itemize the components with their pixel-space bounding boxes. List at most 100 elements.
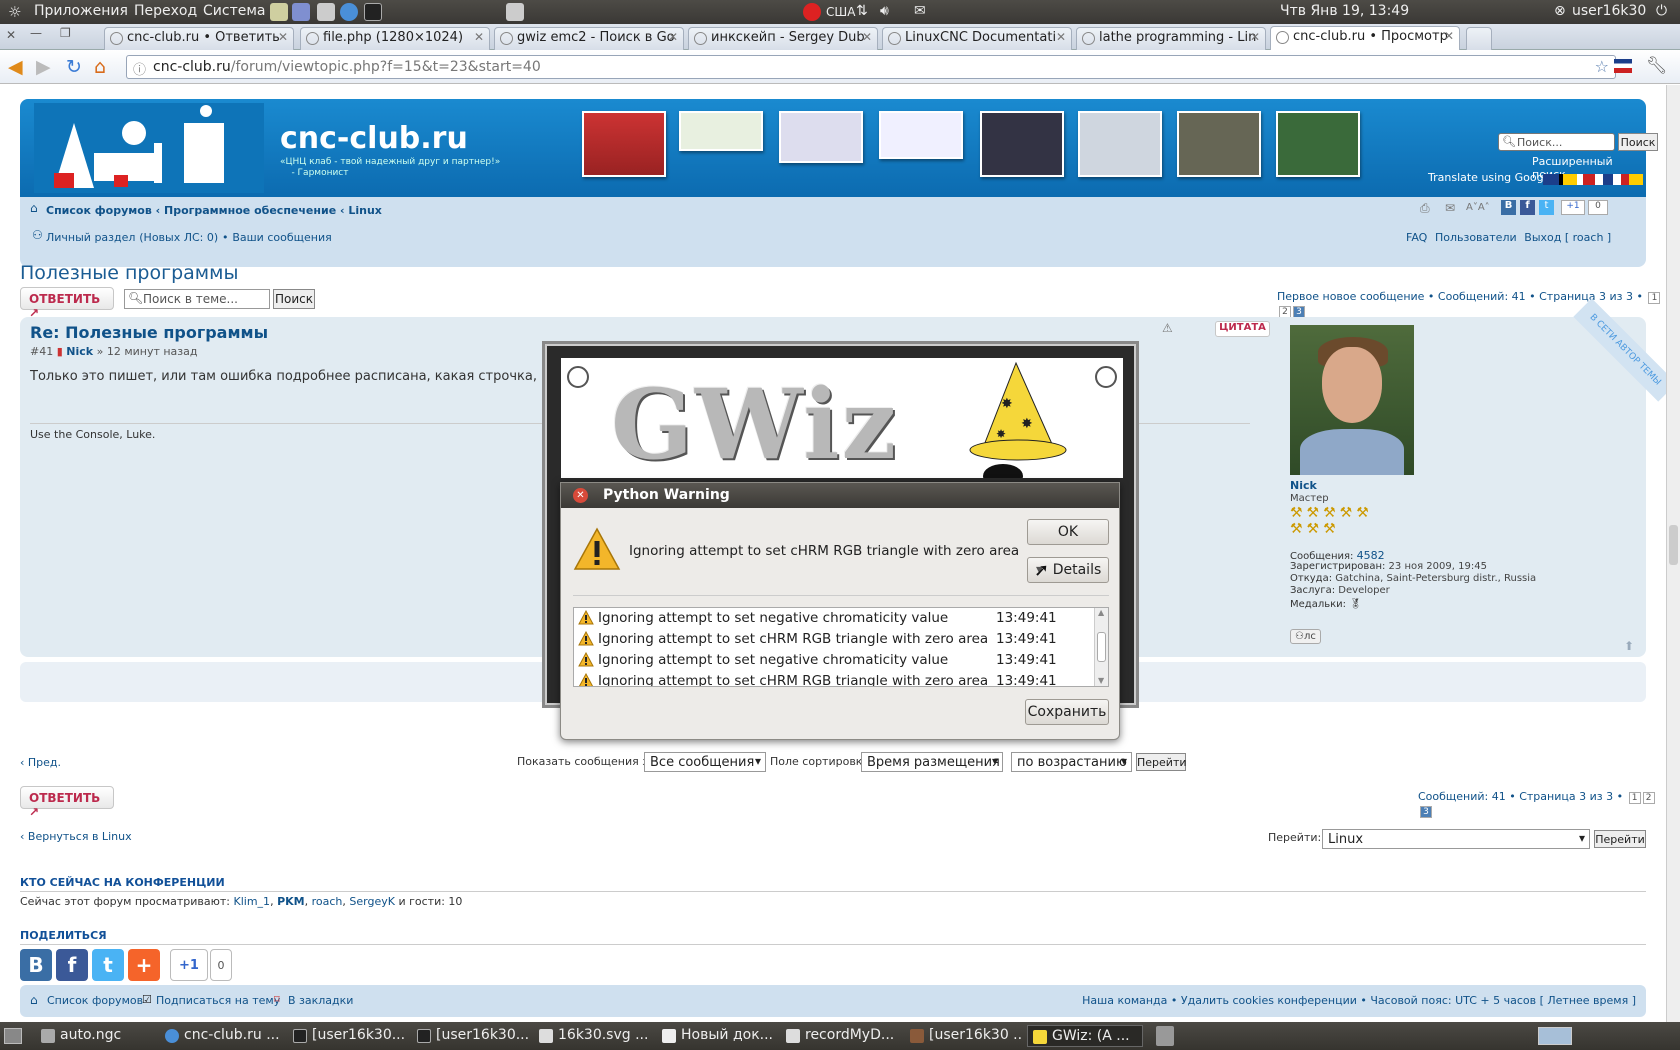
font-size-icon[interactable]: A˅A˄ (1466, 202, 1490, 213)
tab-close-icon[interactable]: ✕ (474, 30, 484, 44)
vk-share-icon[interactable]: B (1501, 200, 1516, 215)
show-select[interactable]: Все сообщения (644, 752, 766, 772)
online-user[interactable]: SergeyK (349, 895, 395, 908)
footer-right[interactable]: Наша команда • Удалить cookies конференц… (1082, 994, 1636, 1007)
online-user[interactable]: PKM (277, 895, 305, 908)
log-row[interactable]: Ignoring attempt to set negative chromat… (574, 650, 1094, 671)
header-thumb[interactable] (779, 111, 863, 163)
email-icon[interactable]: ✉ (1445, 201, 1455, 215)
vk-share-icon[interactable]: B (20, 949, 52, 981)
tab-close-icon[interactable]: ✕ (1250, 30, 1260, 44)
jump-select[interactable]: Linux (1322, 829, 1590, 849)
online-user[interactable]: roach (312, 895, 343, 908)
taskbar-item[interactable]: [user16k30 ... (905, 1025, 1021, 1047)
log-row[interactable]: Ignoring attempt to set cHRM RGB triangl… (574, 671, 1094, 686)
faq-link[interactable]: FAQ (1406, 231, 1427, 244)
post-title[interactable]: Re: Полезные программы (30, 323, 268, 342)
wrench-icon[interactable]: 🔧︎ (1646, 56, 1668, 76)
reply-button-bottom[interactable]: ОТВЕТИТЬ ↗ (20, 786, 114, 819)
clock[interactable]: Чтв Янв 19, 13:49 (1280, 3, 1409, 19)
reload-icon[interactable]: ↻ (66, 57, 82, 77)
scroll-thumb[interactable] (1669, 525, 1678, 565)
text-editor-launcher-icon[interactable] (270, 3, 288, 21)
more-share-icon[interactable]: + (128, 949, 160, 981)
terminal-launcher-icon[interactable] (364, 3, 382, 21)
tab-close-icon[interactable]: ✕ (668, 30, 678, 44)
translate-flags-icon[interactable] (1543, 174, 1643, 185)
twitter-share-icon[interactable]: t (1539, 200, 1554, 215)
footer-forums-link[interactable]: Список форумов (47, 994, 143, 1007)
ubuntu-logo-icon[interactable]: ☼ (8, 3, 21, 21)
header-thumb[interactable] (980, 111, 1064, 177)
header-thumb[interactable] (679, 111, 763, 151)
facebook-share-icon[interactable]: f (1520, 200, 1535, 215)
your-posts-link[interactable]: Ваши сообщения (232, 231, 331, 244)
page-scrollbar[interactable] (1666, 85, 1680, 1022)
post-author[interactable]: Nick (66, 345, 93, 358)
pm-button[interactable]: ⚇лс (1290, 629, 1321, 644)
new-tab-button[interactable] (1466, 27, 1492, 50)
show-desktop-icon[interactable] (4, 1028, 22, 1044)
bookmark-link[interactable]: В закладки (288, 994, 353, 1007)
header-thumb[interactable] (1276, 111, 1360, 177)
tab-5[interactable]: lathe programming - Lin ✕ (1076, 27, 1266, 50)
subscribe-link[interactable]: Подписаться на тему (156, 994, 280, 1007)
sort-select[interactable]: Время размещения (861, 752, 1003, 772)
power-icon[interactable]: ⏻ (1656, 3, 1667, 19)
taskbar-item[interactable]: auto.ngc (36, 1025, 156, 1047)
taskbar-item[interactable]: Новый док... (657, 1025, 775, 1047)
scroll-down-icon[interactable]: ▼ (1098, 676, 1104, 685)
logout-link[interactable]: Выход [ roach ] (1524, 231, 1611, 244)
log-row[interactable]: Ignoring attempt to set negative chromat… (574, 608, 1094, 629)
page-2[interactable]: 2 (1642, 792, 1655, 804)
tab-close-icon[interactable]: ✕ (1056, 30, 1066, 44)
window-close-icon[interactable]: ✕ (6, 28, 16, 42)
page-3[interactable]: 3 (1420, 806, 1432, 818)
bookmark-star-icon[interactable]: ☆ (1595, 57, 1609, 76)
taskbar-item-active[interactable]: GWiz: (A ... (1027, 1025, 1143, 1047)
tab-close-icon[interactable]: ✕ (1444, 29, 1454, 43)
log-row[interactable]: Ignoring attempt to set cHRM RGB triangl… (574, 629, 1094, 650)
users-link[interactable]: Пользователи (1435, 231, 1517, 244)
header-thumb[interactable] (1078, 111, 1162, 177)
online-user[interactable]: Klim_1 (234, 895, 271, 908)
breadcrumb-linux[interactable]: Linux (348, 204, 382, 217)
menu-places[interactable]: Переход (134, 3, 197, 19)
taskbar-item[interactable]: cnc-club.ru ... (160, 1025, 284, 1047)
address-bar[interactable]: ⓘ cnc-club.ru/forum/viewtopic.php?f=15&t… (126, 55, 1616, 79)
reply-button[interactable]: ОТВЕТИТЬ ↗ (20, 287, 114, 320)
save-button[interactable]: Сохранить (1025, 699, 1109, 725)
plusone-icon[interactable]: +1 (1561, 200, 1585, 215)
network-icon[interactable]: ⇅ (856, 3, 868, 19)
page-info-icon[interactable]: ⓘ (133, 59, 146, 78)
header-thumb[interactable] (1177, 111, 1261, 177)
print-icon[interactable]: ⎙ (1420, 201, 1430, 216)
dialog-titlebar[interactable]: ✕ Python Warning (561, 483, 1119, 508)
prev-link[interactable]: ‹ Пред. (20, 755, 61, 769)
tab-close-icon[interactable]: ✕ (862, 30, 872, 44)
report-icon[interactable]: ⚠ (1162, 321, 1173, 335)
page-1[interactable]: 1 (1648, 292, 1661, 304)
log-scrollbar[interactable]: ▲ ▼ (1094, 608, 1108, 686)
taskbar-item[interactable]: recordMyD... (781, 1025, 897, 1047)
page-1[interactable]: 1 (1628, 792, 1641, 804)
tab-2[interactable]: gwiz emc2 - Поиск в Go ✕ (494, 27, 684, 50)
menu-system[interactable]: Система (203, 3, 265, 19)
window-minimize-icon[interactable]: — (30, 26, 42, 40)
new-pm-link[interactable]: (Новых ЛС: 0) (139, 231, 218, 244)
page-title[interactable]: Полезные программы (20, 262, 238, 284)
back-to-forum-link[interactable]: ‹ Вернуться в Linux (20, 829, 132, 843)
user-name[interactable]: user16k30 (1572, 3, 1646, 19)
tab-6[interactable]: cnc-club.ru • Просмотр ✕ (1270, 26, 1460, 51)
tab-4[interactable]: LinuxCNC Documentati ✕ (882, 27, 1072, 50)
post-number[interactable]: #41 (30, 345, 53, 358)
profile-name[interactable]: Nick (1290, 479, 1317, 492)
facebook-share-icon[interactable]: f (56, 949, 88, 981)
site-title[interactable]: cnc-club.ru (280, 121, 468, 156)
scroll-up-icon[interactable]: ▲ (1098, 608, 1104, 617)
personal-link[interactable]: Личный раздел (46, 231, 135, 244)
tab-3[interactable]: инкскейп - Sergey Dub ✕ (688, 27, 878, 50)
topic-search-button[interactable]: Поиск (273, 289, 315, 309)
jump-go-button[interactable]: Перейти (1594, 830, 1646, 848)
warning-log-list[interactable]: Ignoring attempt to set negative chromat… (573, 607, 1109, 687)
